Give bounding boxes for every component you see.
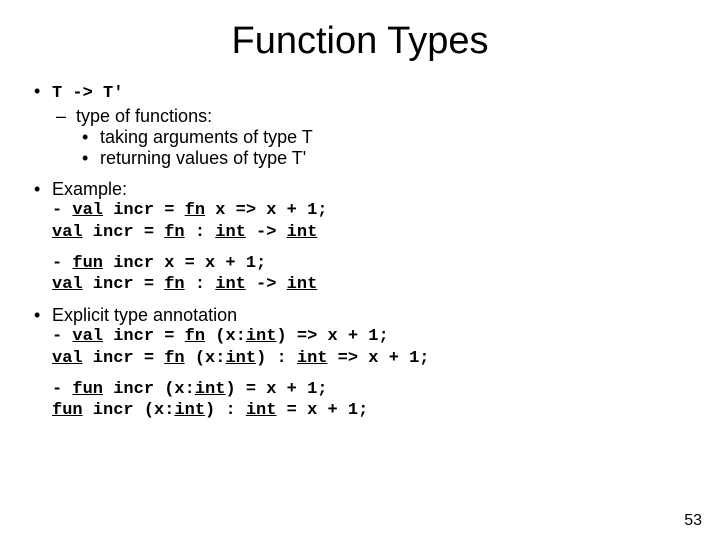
code-text: ) = x + 1; bbox=[225, 380, 327, 399]
code-text: incr = bbox=[83, 223, 165, 242]
kw-fun: fun bbox=[52, 401, 83, 420]
explicit-code-2: - fun incr (x:int) = x + 1; fun incr (x:… bbox=[52, 379, 690, 422]
explicit-code-1: - val incr = fn (x:int) => x + 1; val in… bbox=[52, 326, 690, 369]
example-label: Example: bbox=[52, 179, 127, 199]
code-text: = x + 1; bbox=[276, 401, 368, 420]
kw-int: int bbox=[246, 327, 277, 346]
kw-val: val bbox=[52, 349, 83, 368]
bullet-1-sub: type of functions: taking arguments of t… bbox=[52, 106, 690, 169]
code-text: incr = bbox=[83, 275, 165, 294]
code-text: (x: bbox=[205, 327, 246, 346]
bullet-1-sub-b: returning values of type T' bbox=[76, 148, 690, 169]
kw-int: int bbox=[225, 349, 256, 368]
kw-int: int bbox=[297, 349, 328, 368]
kw-int: int bbox=[246, 401, 277, 420]
bullet-list: T -> T' type of functions: taking argume… bbox=[30, 81, 690, 421]
bullet-2: Example: - val incr = fn x => x + 1; val… bbox=[30, 179, 690, 295]
code-text: incr x = x + 1; bbox=[103, 254, 266, 273]
code-text: incr = bbox=[103, 327, 185, 346]
code-text: ) => x + 1; bbox=[276, 327, 388, 346]
code-text: incr (x: bbox=[83, 401, 175, 420]
bullet-1: T -> T' type of functions: taking argume… bbox=[30, 81, 690, 169]
kw-val: val bbox=[52, 223, 83, 242]
code-text: incr = bbox=[103, 201, 185, 220]
kw-fun: fun bbox=[72, 380, 103, 399]
code-text: ) : bbox=[256, 349, 297, 368]
kw-fn: fn bbox=[164, 275, 184, 294]
kw-val: val bbox=[72, 327, 103, 346]
code-text: : bbox=[185, 223, 216, 242]
kw-fn: fn bbox=[164, 349, 184, 368]
code-text: incr = bbox=[83, 349, 165, 368]
kw-fun: fun bbox=[72, 254, 103, 273]
kw-val: val bbox=[72, 201, 103, 220]
slide-title: Function Types bbox=[30, 20, 690, 63]
code-text: x => x + 1; bbox=[205, 201, 327, 220]
kw-val: val bbox=[52, 275, 83, 294]
code-text: (x: bbox=[185, 349, 226, 368]
kw-int: int bbox=[174, 401, 205, 420]
kw-fn: fn bbox=[185, 327, 205, 346]
example-code-1: - val incr = fn x => x + 1; val incr = f… bbox=[52, 200, 690, 243]
prompt-dash: - bbox=[52, 254, 72, 273]
code-text: ) : bbox=[205, 401, 246, 420]
kw-int: int bbox=[287, 275, 318, 294]
kw-int: int bbox=[287, 223, 318, 242]
bullet-1-sub-a: taking arguments of type T bbox=[76, 127, 690, 148]
kw-int: int bbox=[195, 380, 226, 399]
kw-fn: fn bbox=[185, 201, 205, 220]
prompt-dash: - bbox=[52, 380, 72, 399]
type-arrow-text: T -> T' bbox=[52, 84, 123, 103]
prompt-dash: - bbox=[52, 327, 72, 346]
kw-int: int bbox=[215, 275, 246, 294]
kw-int: int bbox=[215, 223, 246, 242]
code-text: incr (x: bbox=[103, 380, 195, 399]
type-of-functions: type of functions: bbox=[76, 106, 212, 126]
prompt-dash: - bbox=[52, 201, 72, 220]
code-text: -> bbox=[246, 223, 287, 242]
example-code-2: - fun incr x = x + 1; val incr = fn : in… bbox=[52, 253, 690, 296]
explicit-annotation-label: Explicit type annotation bbox=[52, 305, 237, 325]
code-text: -> bbox=[246, 275, 287, 294]
code-text: => x + 1; bbox=[327, 349, 429, 368]
kw-fn: fn bbox=[164, 223, 184, 242]
page-number: 53 bbox=[684, 512, 702, 530]
code-text: : bbox=[185, 275, 216, 294]
bullet-3: Explicit type annotation - val incr = fn… bbox=[30, 305, 690, 421]
